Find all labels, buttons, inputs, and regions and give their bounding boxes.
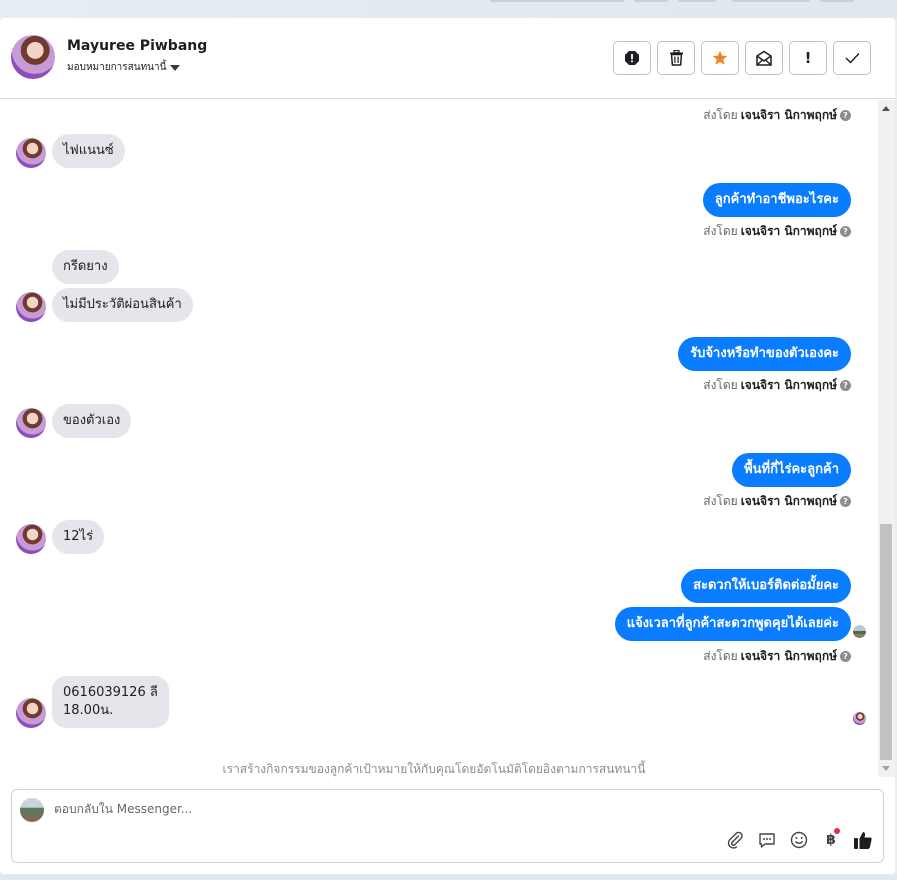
star-button[interactable] [701, 41, 739, 75]
incoming-message[interactable]: ไฟแนนซ์ [52, 134, 125, 168]
sent-by-prefix: ส่งโดย [703, 224, 738, 238]
incoming-message[interactable]: 0616039126 ลี 18.00น. [52, 676, 169, 728]
seen-indicator-contact [853, 712, 866, 725]
payment-button[interactable]: ฿ [821, 828, 841, 850]
delete-button[interactable] [657, 41, 695, 75]
conversation-header: Mayuree Piwbang มอบหมายการสนทนานี้ ! [0, 18, 895, 99]
trash-icon [669, 50, 683, 66]
thread-scrollbar[interactable] [878, 100, 895, 777]
outgoing-message[interactable]: พื้นที่กี่ไร่คะลูกค้า [732, 453, 851, 487]
scroll-up-icon[interactable] [882, 106, 890, 111]
contact-avatar-small [16, 524, 46, 554]
sent-by-agent: เจนจิรา นิกาพฤกษ์ [740, 108, 837, 122]
like-icon [854, 832, 872, 849]
toolbar-ghost [678, 0, 716, 2]
report-button[interactable] [613, 41, 651, 75]
sent-by-label: ส่งโดย เจนจิรา นิกาพฤกษ์ ? [703, 106, 851, 125]
conversation-panel: Mayuree Piwbang มอบหมายการสนทนานี้ ! ส่ง… [0, 18, 895, 874]
contact-avatar-small [16, 292, 46, 322]
emoji-button[interactable] [789, 830, 809, 850]
report-icon [625, 51, 639, 65]
bottom-strip [0, 874, 897, 880]
contact-avatar-small [16, 138, 46, 168]
composer-tools: ฿ [725, 828, 873, 850]
incoming-message[interactable]: กรีดยาง [52, 250, 119, 284]
check-icon [845, 53, 860, 64]
attach-button[interactable] [725, 830, 745, 850]
sent-by-label: ส่งโดย เจนจิรา นิกาพฤกษ์ ? [703, 492, 851, 511]
sent-by-prefix: ส่งโดย [703, 108, 738, 122]
payment-icon: ฿ [826, 832, 836, 848]
emoji-icon [790, 831, 808, 849]
like-button[interactable] [853, 830, 873, 850]
contact-avatar-small [16, 698, 46, 728]
scroll-down-icon[interactable] [882, 766, 890, 771]
help-icon[interactable]: ? [840, 226, 851, 237]
page-avatar [20, 798, 44, 822]
sent-by-prefix: ส่งโดย [703, 494, 738, 508]
sent-by-prefix: ส่งโดย [703, 649, 738, 663]
star-icon [712, 50, 728, 65]
notification-dot [834, 828, 840, 834]
sent-by-agent: เจนจิรา นิกาพฤกษ์ [740, 224, 837, 238]
incoming-message[interactable]: 12ไร่ [52, 520, 105, 554]
seen-indicator-page [853, 625, 866, 638]
incoming-message[interactable]: ไม่มีประวัติผ่อนสินค้า [52, 288, 193, 322]
outgoing-message[interactable]: สะดวกให้เบอร์ติดต่อมั้ยคะ [681, 569, 851, 603]
help-icon[interactable]: ? [840, 496, 851, 507]
important-icon: ! [804, 49, 812, 67]
saved-reply-button[interactable] [757, 830, 777, 850]
sent-by-prefix: ส่งโดย [703, 378, 738, 392]
saved-reply-icon [759, 833, 775, 848]
sent-by-label: ส่งโดย เจนจิรา นิกาพฤกษ์ ? [703, 376, 851, 395]
sent-by-agent: เจนจิรา นิกาพฤกษ์ [740, 378, 837, 392]
system-note: เราสร้างกิจกรรมของลูกค้าเป้าหมายให้กับคุ… [222, 762, 646, 776]
help-icon[interactable]: ? [840, 651, 851, 662]
sent-by-label: ส่งโดย เจนจิรา นิกาพฤกษ์ ? [703, 647, 851, 666]
contact-avatar-small [16, 408, 46, 438]
reply-composer: ฿ [11, 789, 884, 863]
sent-by-agent: เจนจิรา นิกาพฤกษ์ [740, 649, 837, 663]
toolbar-ghost [820, 0, 854, 2]
help-icon[interactable]: ? [840, 110, 851, 121]
assign-conversation-dropdown[interactable]: มอบหมายการสนทนานี้ [67, 60, 181, 75]
contact-avatar[interactable] [11, 35, 55, 79]
toolbar-ghost [490, 0, 624, 2]
important-button[interactable]: ! [789, 41, 827, 75]
assign-label: มอบหมายการสนทนานี้ [67, 62, 167, 73]
mail-icon [756, 50, 772, 66]
help-icon[interactable]: ? [840, 380, 851, 391]
toolbar-ghost [634, 0, 668, 2]
mark-unread-button[interactable] [745, 41, 783, 75]
outgoing-message[interactable]: แจ้งเวลาที่ลูกค้าสะดวกพูดคุยได้เลยค่ะ [614, 607, 851, 641]
incoming-message[interactable]: ของตัวเอง [52, 404, 132, 438]
caret-down-icon [170, 64, 181, 71]
sent-by-agent: เจนจิรา นิกาพฤกษ์ [740, 494, 837, 508]
toolbar-ghost [732, 0, 810, 2]
top-toolbar-strip [0, 0, 897, 18]
message-line: 18.00น. [63, 703, 114, 718]
mark-done-button[interactable] [833, 41, 871, 75]
scroll-thumb[interactable] [880, 524, 892, 760]
message-line: 0616039126 ลี [63, 685, 158, 700]
reply-input[interactable] [54, 802, 654, 816]
contact-name[interactable]: Mayuree Piwbang [67, 38, 207, 54]
attach-icon [727, 831, 743, 849]
outgoing-message[interactable]: รับจ้างหรือทำของตัวเองคะ [678, 337, 851, 371]
outgoing-message[interactable]: ลูกค้าทำอาชีพอะไรคะ [702, 183, 851, 217]
header-actions: ! [613, 41, 871, 75]
sent-by-label: ส่งโดย เจนจิรา นิกาพฤกษ์ ? [703, 222, 851, 241]
message-thread: ส่งโดย เจนจิรา นิกาพฤกษ์ ? ไฟแนนซ์ ลูกค้… [0, 100, 878, 776]
